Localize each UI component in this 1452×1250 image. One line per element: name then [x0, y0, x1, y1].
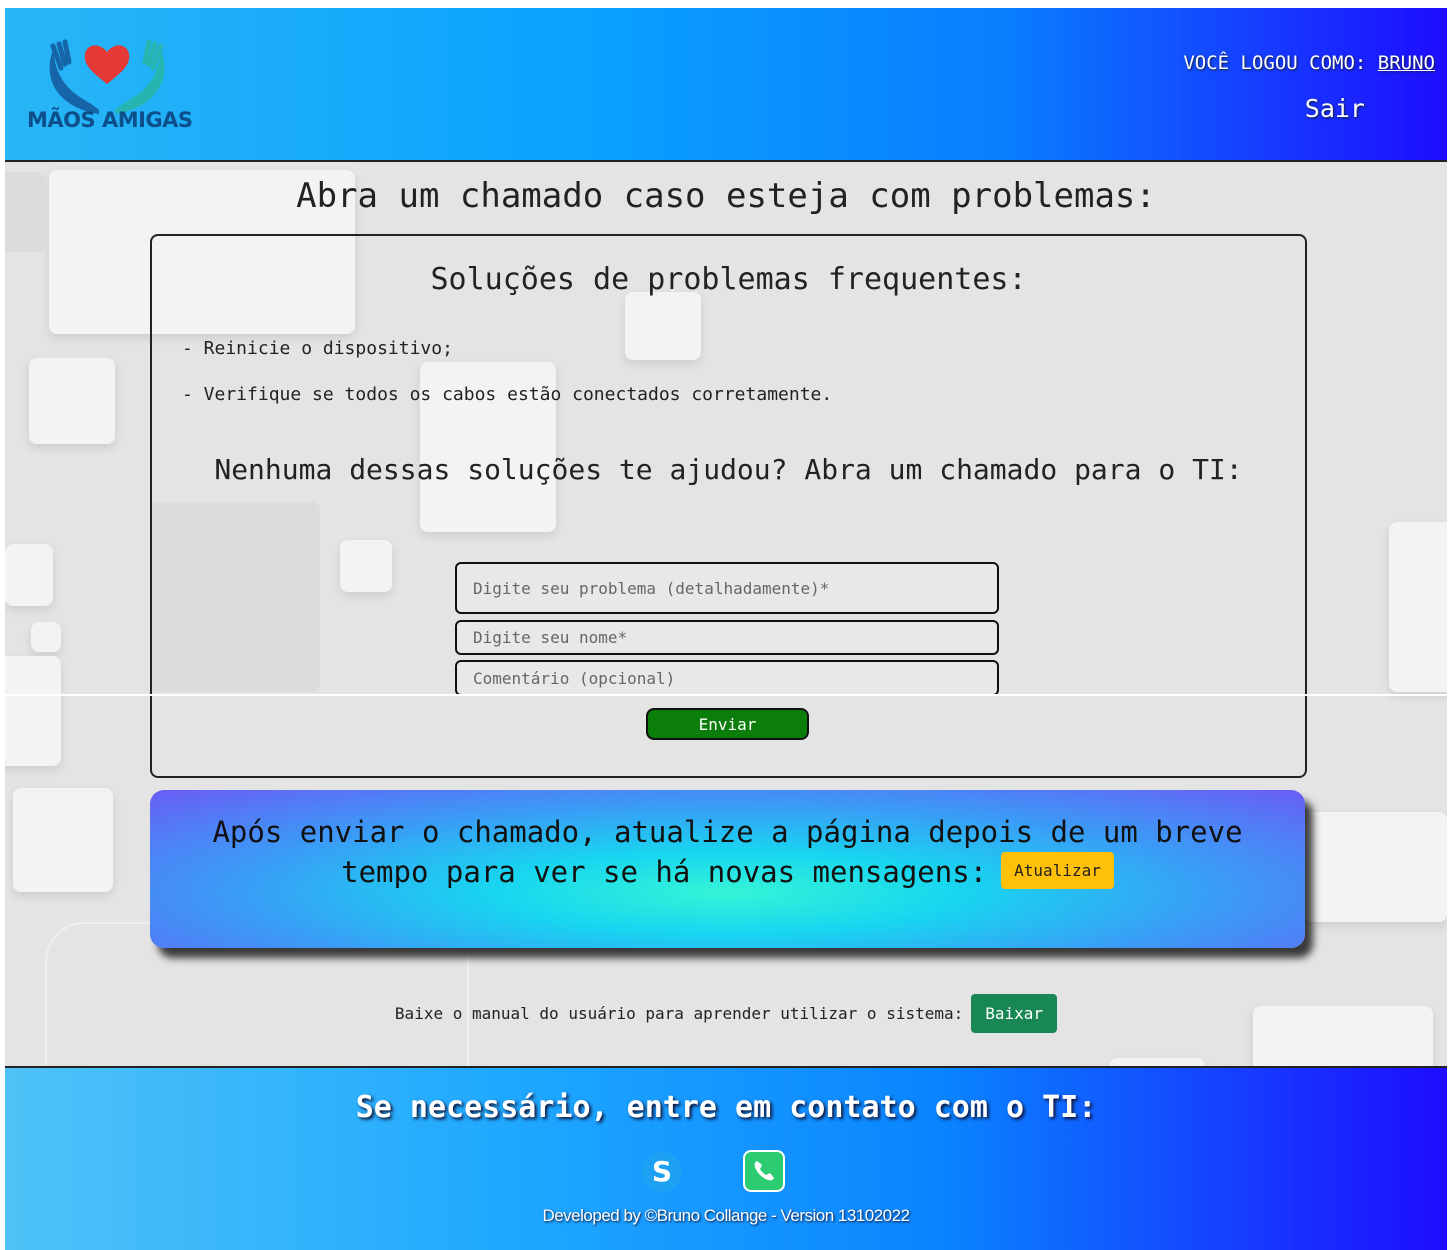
logout-link[interactable]: Sair [1305, 94, 1365, 123]
login-prefix: VOCÊ LOGOU COMO: [1183, 52, 1367, 74]
refresh-notice: Após enviar o chamado, atualize a página… [150, 790, 1305, 948]
skype-icon[interactable]: S [642, 1152, 682, 1192]
bg-decoration [29, 358, 115, 444]
user-name-link[interactable]: BRUNO [1378, 52, 1435, 74]
logo-text: MÃOS AMIGAS [27, 108, 193, 132]
phone-icon[interactable] [743, 1150, 785, 1192]
manual-download-row: Baixe o manual do usuário para aprender … [5, 994, 1447, 1033]
credits: Developed by ©Bruno Collange - Version 1… [542, 1206, 910, 1225]
tip-cables: - Verifique se todos os cabos estão cone… [182, 384, 833, 405]
bg-decoration [31, 622, 61, 652]
faq-panel: Soluções de problemas frequentes: - Rein… [150, 234, 1307, 778]
bg-decoration [5, 656, 61, 766]
send-button[interactable]: Enviar [646, 708, 809, 740]
bg-decoration [5, 544, 53, 606]
manual-text: Baixe o manual do usuário para aprender … [394, 1004, 964, 1023]
bg-decoration [1109, 1058, 1205, 1066]
capture-seam [0, 694, 1452, 696]
footer-title: Se necessário, entre em contato com o TI… [355, 1090, 1097, 1125]
bg-decoration [1389, 522, 1447, 692]
bg-decoration [1305, 812, 1447, 922]
download-manual-button[interactable]: Baixar [971, 994, 1058, 1033]
logged-user-info: VOCÊ LOGOU COMO: BRUNO [1183, 52, 1435, 74]
notice-text-block: Após enviar o chamado, atualize a página… [170, 812, 1285, 893]
page: MÃOS AMIGAS VOCÊ LOGOU COMO: BRUNO Sair … [5, 8, 1447, 1250]
bg-decoration [13, 788, 113, 892]
footer: Se necessário, entre em contato com o TI… [5, 1066, 1447, 1250]
faq-title: Soluções de problemas frequentes: [430, 262, 1027, 297]
name-input[interactable] [455, 620, 999, 655]
header: MÃOS AMIGAS VOCÊ LOGOU COMO: BRUNO Sair [5, 8, 1447, 162]
tip-restart: - Reinicie o dispositivo; [182, 338, 453, 359]
problem-input[interactable] [455, 562, 999, 614]
page-title: Abra um chamado caso esteja com problema… [296, 176, 1156, 216]
open-ticket-heading: Nenhuma dessas soluções te ajudou? Abra … [214, 453, 1243, 486]
main-content: Abra um chamado caso esteja com problema… [5, 162, 1447, 1066]
refresh-button[interactable]: Atualizar [1001, 851, 1114, 889]
comment-input[interactable] [455, 660, 999, 696]
phone-glyph-icon [754, 1161, 774, 1181]
